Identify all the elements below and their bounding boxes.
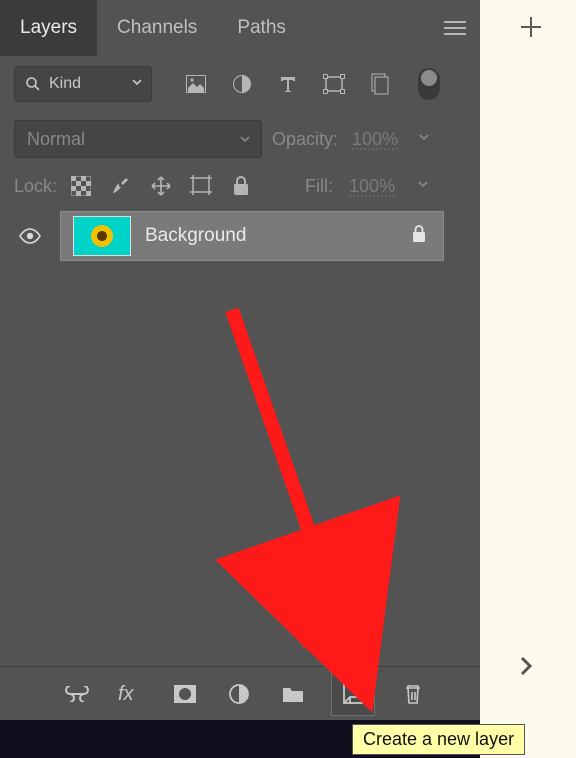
filter-type-icons — [184, 72, 392, 96]
panel-menu-button[interactable] — [430, 0, 480, 56]
fill-value[interactable]: 100% — [349, 176, 405, 197]
layer-thumbnail — [73, 216, 131, 256]
layer-mask-button[interactable] — [170, 679, 200, 709]
lock-icons — [69, 174, 253, 198]
filter-kind-select[interactable]: Kind — [14, 66, 152, 102]
chevron-down-icon — [239, 129, 251, 150]
lock-icon — [411, 225, 427, 248]
toggle-knob — [421, 70, 437, 86]
tooltip: Create a new layer — [352, 724, 525, 755]
layer-row[interactable]: Background — [0, 210, 480, 262]
tab-paths[interactable]: Paths — [217, 0, 306, 56]
layer-bottom-bar: fx — [0, 666, 480, 720]
layer-style-button[interactable]: fx — [116, 679, 146, 709]
lock-label: Lock: — [14, 176, 57, 197]
panel-tabs: Layers Channels Paths — [0, 0, 480, 56]
layer-filter-row: Kind — [0, 56, 480, 112]
tooltip-text: Create a new layer — [363, 729, 514, 749]
blend-mode-label: Normal — [27, 129, 85, 150]
filter-smartobject-icon[interactable] — [368, 72, 392, 96]
layer-list: Background — [0, 210, 480, 666]
tab-label: Channels — [117, 17, 197, 39]
eye-icon — [18, 227, 42, 245]
layer-name: Background — [145, 225, 411, 247]
chevron-down-icon[interactable] — [417, 177, 429, 195]
new-layer-button[interactable] — [332, 673, 374, 715]
filter-shape-icon[interactable] — [322, 72, 346, 96]
visibility-toggle[interactable] — [0, 227, 60, 245]
lock-all-icon[interactable] — [229, 174, 253, 198]
lock-transparency-icon[interactable] — [69, 174, 93, 198]
hamburger-icon — [444, 20, 466, 36]
search-icon — [25, 76, 41, 92]
lock-artboard-icon[interactable] — [189, 174, 213, 198]
right-collapse-area — [480, 0, 568, 720]
link-layers-button[interactable] — [62, 679, 92, 709]
lock-position-icon[interactable] — [149, 174, 173, 198]
tab-channels[interactable]: Channels — [97, 0, 217, 56]
blend-row: Normal Opacity: 100% — [0, 112, 480, 166]
expand-panel-button[interactable] — [518, 654, 534, 683]
lock-image-icon[interactable] — [109, 174, 133, 198]
layer-item[interactable]: Background — [60, 211, 444, 261]
filter-pixel-icon[interactable] — [184, 72, 208, 96]
tab-label: Layers — [20, 17, 77, 39]
tab-label: Paths — [237, 17, 286, 39]
fill-label: Fill: — [305, 176, 333, 197]
svg-text:fx: fx — [118, 683, 135, 705]
opacity-label: Opacity: — [272, 129, 338, 150]
tab-layers[interactable]: Layers — [0, 0, 97, 56]
lock-row: Lock: Fill: 100% — [0, 166, 480, 210]
chevron-down-icon — [131, 75, 143, 93]
filter-adjustment-icon[interactable] — [230, 72, 254, 96]
chevron-right-icon — [518, 654, 534, 678]
adjustment-layer-button[interactable] — [224, 679, 254, 709]
plus-icon — [518, 14, 544, 40]
filter-toggle[interactable] — [418, 68, 440, 100]
delete-layer-button[interactable] — [398, 679, 428, 709]
chevron-down-icon[interactable] — [418, 130, 430, 148]
filter-type-icon[interactable] — [276, 72, 300, 96]
filter-kind-label: Kind — [49, 75, 81, 93]
layers-panel: Layers Channels Paths Kind Normal — [0, 0, 480, 720]
blend-mode-select[interactable]: Normal — [14, 120, 262, 158]
add-panel-button[interactable] — [518, 14, 544, 45]
new-group-button[interactable] — [278, 679, 308, 709]
opacity-value[interactable]: 100% — [352, 129, 408, 150]
